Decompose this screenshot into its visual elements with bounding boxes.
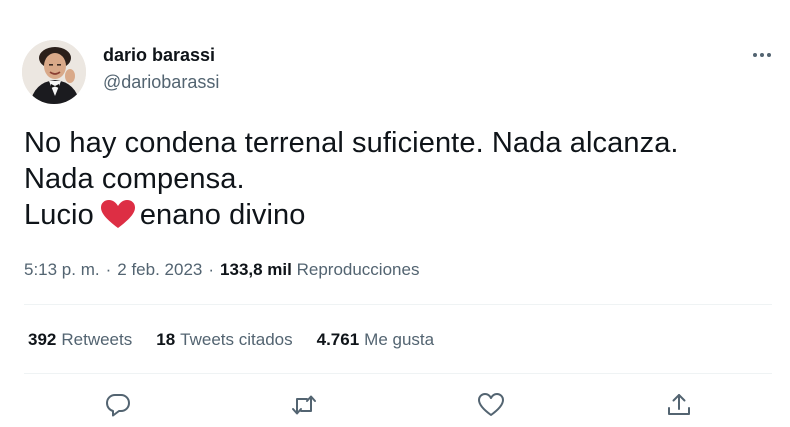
meta-separator: · [105,260,112,279]
more-horizontal-icon [753,53,771,57]
avatar[interactable] [22,40,86,104]
likes-stat[interactable]: 4.761 Me gusta [317,330,434,350]
reply-icon [106,394,130,417]
meta-separator: · [208,260,215,279]
more-options-button[interactable] [748,44,776,66]
views-count: 133,8 mil [220,260,292,279]
share-icon [668,394,690,415]
retweet-button[interactable] [290,392,318,418]
quote-tweets-label: Tweets citados [180,330,293,349]
share-button[interactable] [665,392,693,418]
author-display-name[interactable]: dario barassi [103,45,215,66]
tweet-text: No hay condena terrenal suficiente. Nada… [24,125,764,233]
likes-count: 4.761 [316,330,360,349]
tweet-text-line-1: No hay condena terrenal suficiente. Nada… [24,127,679,159]
tweet-text-before-emoji: Lucio [24,199,94,231]
quote-tweets-count: 18 [156,330,176,349]
tweet-meta: 5:13 p. m. · 2 feb. 2023 · 133,8 mil Reprodu… [24,260,419,280]
divider [24,304,772,305]
tweet-text-line-2: Nada compensa. [24,163,245,195]
profile-photo-icon [22,40,86,104]
quote-tweets-stat[interactable]: 18 Tweets citados [156,330,292,350]
tweet-date[interactable]: 2 feb. 2023 [117,260,202,279]
like-button[interactable] [477,392,505,418]
like-heart-icon [478,393,504,416]
retweet-icon [292,395,316,415]
tweet-stats: 392 Retweets 18 Tweets citados 4.761 Me gusta [28,330,458,350]
tweet-text-line-3: Lucio enano divino [24,197,764,233]
likes-label: Me gusta [364,330,435,349]
retweets-stat[interactable]: 392 Retweets [28,330,132,350]
tweet-text-after-emoji: enano divino [139,199,306,231]
views-label: Reproducciones [296,260,420,279]
divider [24,373,772,374]
retweets-label: Retweets [61,330,133,349]
reply-button[interactable] [104,392,132,418]
author-handle[interactable]: @dariobarassi [103,72,219,93]
red-heart-icon [100,199,136,229]
retweets-count: 392 [28,330,57,349]
tweet-time[interactable]: 5:13 p. m. [24,260,100,279]
tweet-card: dario barassi @dariobarassi No hay conde… [0,0,790,427]
